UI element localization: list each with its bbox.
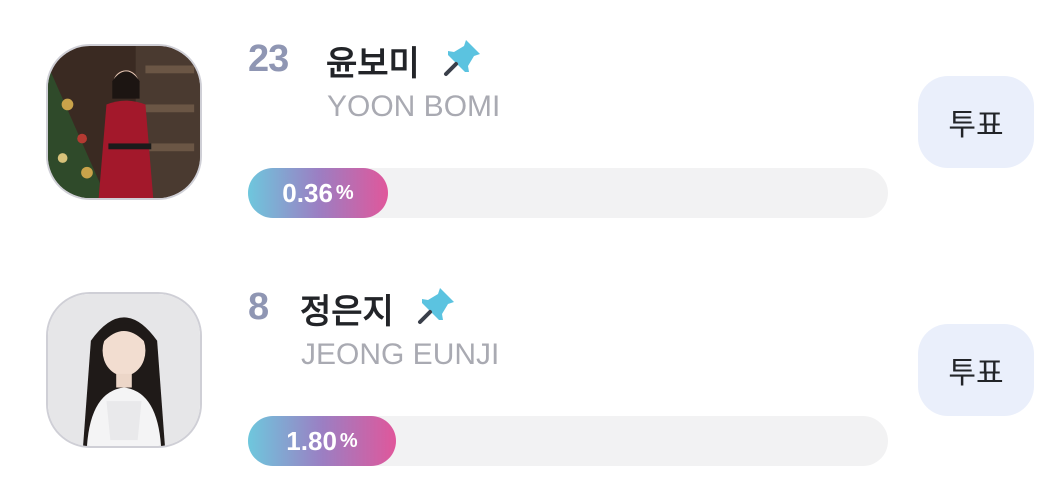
idol-name-english: JEONG EUNJI — [301, 338, 500, 371]
vote-progress-track: 0.36 % — [248, 168, 888, 218]
vote-progress-track: 1.80 % — [248, 416, 888, 466]
idol-name-korean: 정은지 — [300, 292, 394, 332]
vote-progress-fill: 0.36 % — [248, 168, 388, 218]
ranking-item: 23 윤보미 YOON BOMI 0.36 % 투표 — [0, 0, 1046, 246]
profile-photo — [48, 294, 200, 446]
vote-button[interactable]: 투표 — [918, 324, 1034, 416]
vote-percent: 1.80 — [286, 425, 337, 456]
rank-number: 23 — [248, 38, 289, 80]
rank-number: 8 — [248, 286, 269, 328]
idol-name-english: YOON BOMI — [327, 90, 501, 123]
idol-name-korean: 윤보미 — [326, 44, 420, 84]
profile-photo — [48, 46, 200, 198]
vote-percent: 0.36 — [282, 177, 333, 208]
ranking-item: 8 정은지 JEONG EUNJI 1.80 % 투표 — [0, 248, 1046, 494]
pin-icon — [442, 36, 484, 78]
percent-sign: % — [339, 429, 358, 452]
avatar[interactable] — [46, 44, 202, 200]
vote-button[interactable]: 투표 — [918, 76, 1034, 168]
avatar[interactable] — [46, 292, 202, 448]
vote-progress-fill: 1.80 % — [248, 416, 396, 466]
percent-sign: % — [335, 181, 354, 204]
pin-icon — [416, 284, 458, 326]
